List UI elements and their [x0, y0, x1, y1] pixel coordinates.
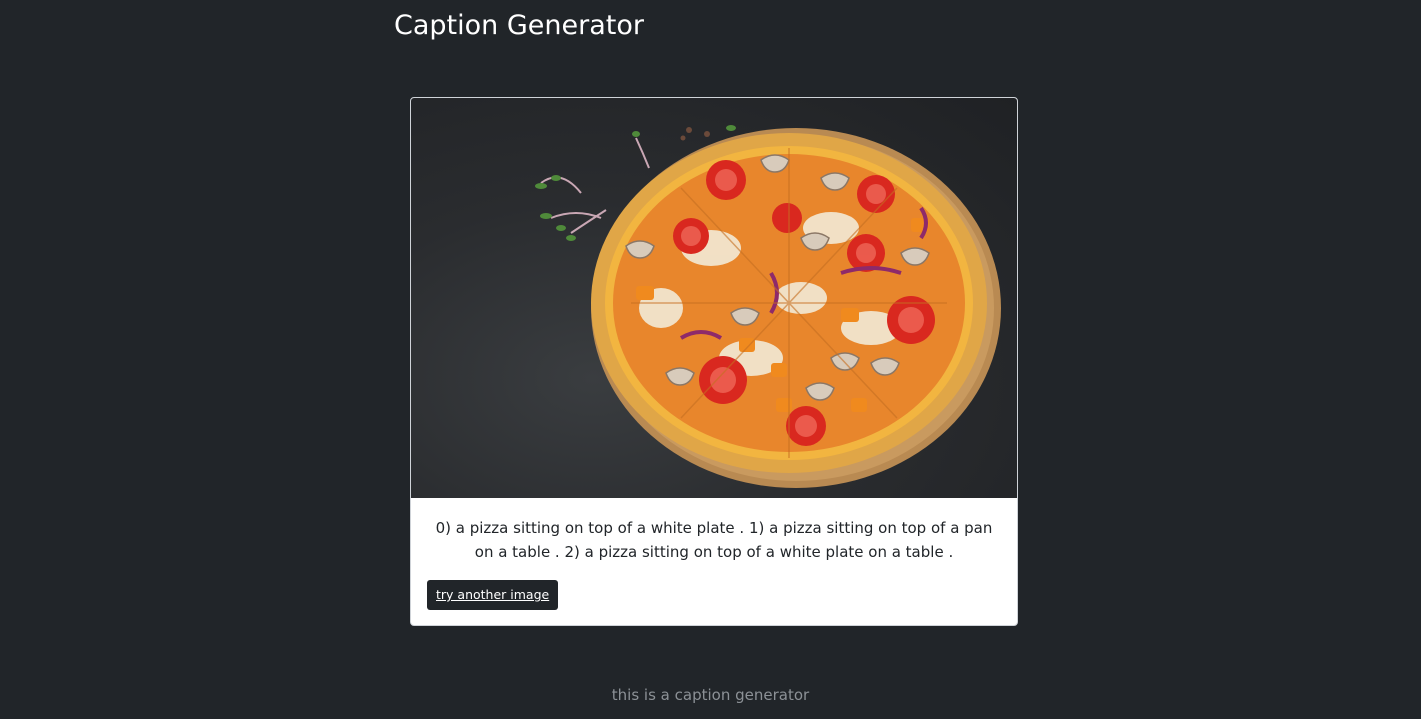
caption-card: 0) a pizza sitting on top of a white pla… — [410, 97, 1018, 626]
pizza-image-illustration — [535, 125, 1001, 488]
page: Caption Generator 0) a pizza sitting on … — [0, 0, 1421, 719]
footer-text: this is a caption generator — [611, 686, 810, 704]
card-body: 0) a pizza sitting on top of a white pla… — [411, 498, 1017, 625]
page-title: Caption Generator — [394, 10, 644, 41]
generated-caption: 0) a pizza sitting on top of a white pla… — [435, 519, 993, 561]
try-another-image-button[interactable]: try another image — [427, 580, 559, 610]
uploaded-image — [411, 98, 1017, 498]
